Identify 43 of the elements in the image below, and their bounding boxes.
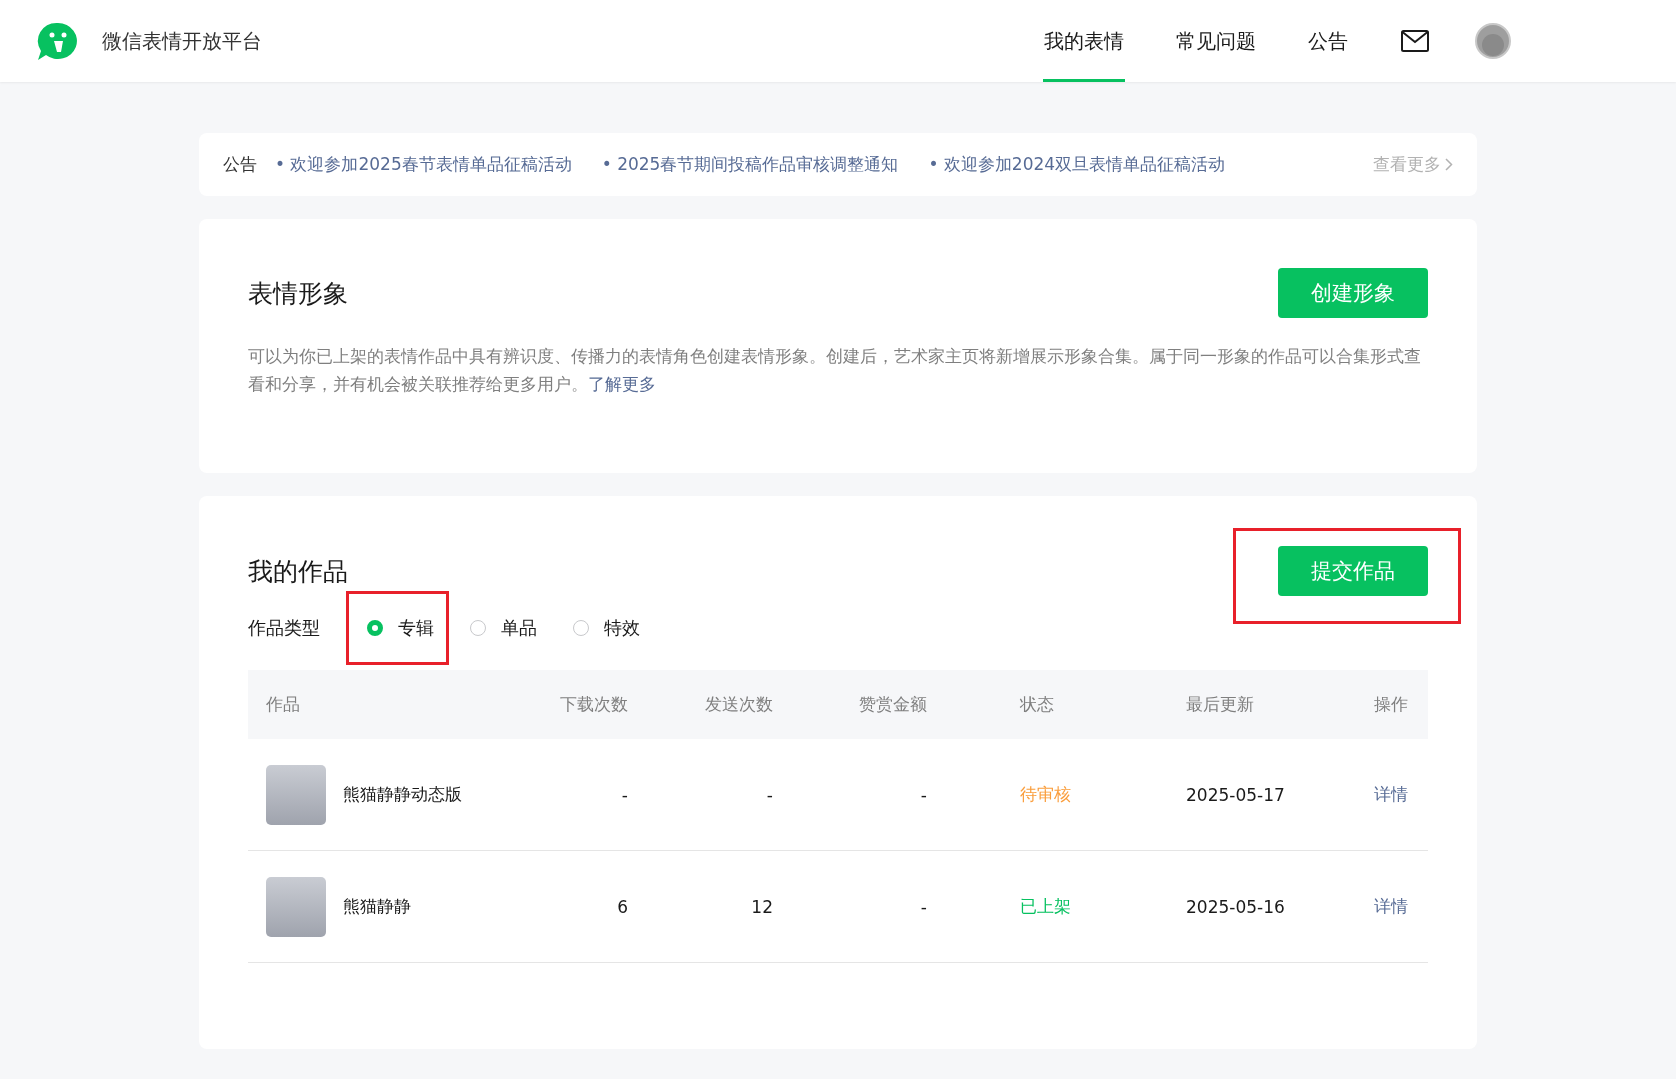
nav-tab[interactable]: 常见问题 [1175,0,1257,82]
table-cell-text: - [620,784,628,805]
type-label: 作品类型 [248,616,320,640]
column-header: 最后更新 [1186,693,1255,716]
column-header: 发送次数 [704,693,773,716]
sticker-thumbnail [266,876,326,937]
radio-option[interactable]: 单品 [449,591,552,665]
section-title: 表情形象 [248,277,348,310]
nav-tab[interactable]: 公告 [1307,0,1349,82]
avatar-icon[interactable] [1475,23,1511,59]
column-header: 作品 [265,693,301,716]
status-text: 已上架 [1020,896,1071,916]
notice-label: 公告 [223,153,257,176]
notice-link[interactable]: • 欢迎参加2024双旦表情单品征稿活动 [928,153,1226,176]
chevron-right-icon [1445,158,1453,171]
table-cell-text: 2025-05-16 [1186,896,1286,917]
work-name: 熊猫静静动态版 [343,783,462,806]
section-title: 我的作品 [248,555,348,588]
radio-option[interactable]: 特效 [552,591,655,665]
table-cell-text: - [765,784,773,805]
details-link[interactable]: 详情 [1374,783,1408,806]
notice-link[interactable]: • 欢迎参加2025春节表情单品征稿活动 [275,153,572,176]
status-text: 待审核 [1020,784,1071,804]
table-cell-text: 2025-05-17 [1186,784,1286,805]
sticker-thumbnail [266,764,326,825]
column-header: 操作 [1373,693,1409,716]
table-cell-text: 12 [750,896,773,917]
column-header: 赞赏金额 [858,693,927,716]
details-link[interactable]: 详情 [1374,895,1408,918]
notice-link[interactable]: • 2025春节期间投稿作品审核调整通知 [601,153,899,176]
table-cell-text: - [919,784,927,805]
radio-option[interactable]: 专辑 [346,591,449,665]
table-cell-text: 6 [616,896,628,917]
learn-more-link[interactable]: 了解更多 [588,374,656,394]
work-name: 熊猫静静 [343,895,411,918]
table-cell-text: - [919,896,927,917]
column-header: 状态 [1019,693,1055,716]
nav-tab[interactable]: 我的表情 [1043,0,1125,82]
description-text: 可以为你已上架的表情作品中具有辨识度、传播力的表情角色创建表情形象。创建后，艺术家主页将新增展示形象合集。属于同一形象的作品可以合集形式查看和分享，并有机会被关联推荐给更多用户。了解更多 [248,345,1422,396]
mail-icon[interactable] [1401,30,1429,52]
column-header: 下载次数 [559,693,628,716]
site-title: 微信表情开放平台 [102,27,262,55]
logo-icon [36,21,80,61]
